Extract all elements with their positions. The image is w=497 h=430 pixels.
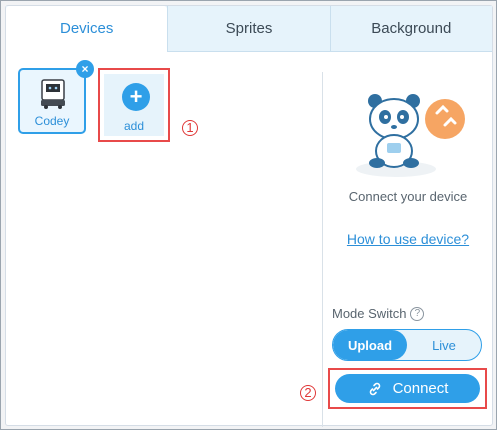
close-icon[interactable]: × <box>76 60 94 78</box>
connect-hint: Connect your device <box>348 189 468 204</box>
mode-upload-button[interactable]: Upload <box>333 330 407 360</box>
connect-button[interactable]: Connect <box>335 374 480 403</box>
plus-icon: + <box>122 83 150 111</box>
mode-switch-text: Mode Switch <box>332 306 407 321</box>
mode-switch-label: Mode Switch ? <box>332 306 425 321</box>
device-tile-codey[interactable]: Codey <box>18 68 86 134</box>
connect-button-label: Connect <box>392 380 449 397</box>
question-icon[interactable]: ? <box>410 306 425 321</box>
add-label: add <box>123 119 145 133</box>
connect-highlight-box: Connect <box>328 368 487 409</box>
mode-live-button[interactable]: Live <box>407 330 481 360</box>
annotation-marker-1: 1 <box>182 120 198 136</box>
device-label: Codey <box>34 114 70 128</box>
panda-illustration <box>356 94 465 177</box>
tab-devices[interactable]: Devices <box>6 6 168 52</box>
link-icon <box>369 382 380 395</box>
annotation-marker-2: 2 <box>300 385 316 401</box>
mode-switch: Upload Live <box>332 329 482 361</box>
robot-icon <box>41 79 65 109</box>
device-panel: Devices Sprites Background Codey × + add <box>5 5 493 427</box>
tab-background[interactable]: Background <box>329 6 492 51</box>
add-device-inner: + add <box>104 74 164 136</box>
tab-bar: Devices Sprites Background <box>6 6 492 52</box>
help-link[interactable]: How to use device? <box>328 231 488 247</box>
panel-divider <box>322 72 323 427</box>
tab-sprites[interactable]: Sprites <box>167 6 329 51</box>
add-device-button[interactable]: + add <box>98 68 170 142</box>
window-frame: Devices Sprites Background Codey × + add <box>0 0 497 430</box>
